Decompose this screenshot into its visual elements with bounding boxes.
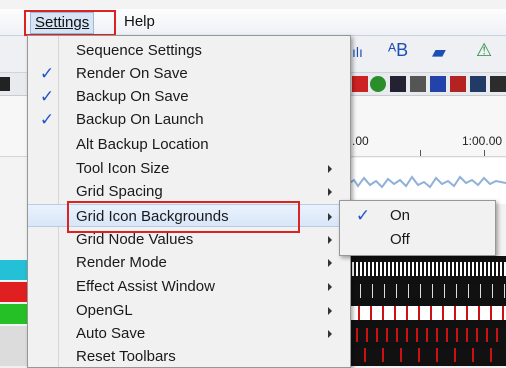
- toolbar-text-icon[interactable]: ᴬB: [388, 40, 408, 61]
- menu-item-tool-icon-size[interactable]: Tool Icon Size: [28, 157, 350, 180]
- checkmark-icon: ✓: [39, 64, 55, 83]
- menu-item-grid-spacing[interactable]: Grid Spacing: [28, 180, 350, 203]
- submenu-arrow-icon: [328, 259, 332, 267]
- grid-row[interactable]: [348, 348, 506, 362]
- effect-icon-6[interactable]: [450, 76, 466, 92]
- settings-highlight-box: [24, 10, 116, 36]
- menu-item-backup-on-launch[interactable]: ✓ Backup On Launch: [28, 108, 350, 131]
- effect-icon-4[interactable]: [410, 76, 426, 92]
- submenu-arrow-icon: [328, 236, 332, 244]
- submenu-item-off[interactable]: Off: [340, 228, 495, 251]
- menu-item-opengl[interactable]: OpenGL: [28, 299, 350, 322]
- submenu-arrow-icon: [328, 213, 332, 221]
- channel-color-green: [0, 304, 30, 324]
- grid-row[interactable]: [348, 262, 506, 276]
- submenu-arrow-icon: [328, 330, 332, 338]
- channel-color-red: [0, 282, 30, 302]
- grid-row[interactable]: [348, 328, 506, 342]
- toolbar-marker: [0, 77, 10, 91]
- effect-icon-2[interactable]: [370, 76, 386, 92]
- menu-item-alt-backup-location[interactable]: Alt Backup Location: [28, 133, 350, 156]
- channel-color-grey: [0, 326, 30, 366]
- effect-icon-1[interactable]: [352, 76, 368, 92]
- toolbar-shape-icon[interactable]: ⚠: [476, 40, 492, 61]
- menu-item-effect-assist-window[interactable]: Effect Assist Window: [28, 275, 350, 298]
- effect-icon-5[interactable]: [430, 76, 446, 92]
- submenu-arrow-icon: [328, 188, 332, 196]
- menu-item-render-mode[interactable]: Render Mode: [28, 251, 350, 274]
- grid-icon-backgrounds-submenu: ✓ On Off: [339, 200, 496, 256]
- checkmark-icon: ✓: [39, 87, 55, 106]
- checkmark-icon: ✓: [355, 206, 371, 225]
- timeline-tick-label: 1:00.00: [462, 134, 503, 148]
- menu-item-backup-on-save[interactable]: ✓ Backup On Save: [28, 85, 350, 108]
- submenu-arrow-icon: [328, 165, 332, 173]
- menu-help[interactable]: Help: [120, 12, 159, 32]
- submenu-arrow-icon: [328, 283, 332, 291]
- grid-row[interactable]: [348, 306, 506, 320]
- waveform-graphic: [347, 175, 506, 189]
- effect-icon-3[interactable]: [390, 76, 406, 92]
- grid-row[interactable]: [348, 284, 506, 298]
- grid-icon-backgrounds-highlight-box: [67, 201, 300, 233]
- checkmark-icon: ✓: [39, 110, 55, 129]
- timeline-tick: [484, 150, 485, 156]
- menu-item-render-on-save[interactable]: ✓ Render On Save: [28, 62, 350, 85]
- timeline-tick-label: .00: [352, 134, 369, 148]
- effect-icon-8[interactable]: [490, 76, 506, 92]
- menu-item-sequence-settings[interactable]: Sequence Settings: [28, 39, 350, 62]
- menu-item-reset-toolbars[interactable]: Reset Toolbars: [28, 345, 350, 368]
- channel-color-cyan: [0, 260, 30, 280]
- toolbar-bars-icon[interactable]: ılı: [352, 44, 363, 60]
- sequence-grid[interactable]: [348, 256, 506, 366]
- submenu-arrow-icon: [328, 307, 332, 315]
- effect-icon-7[interactable]: [470, 76, 486, 92]
- submenu-item-on[interactable]: ✓ On: [340, 204, 495, 227]
- toolbar-brush-icon[interactable]: ▰: [432, 42, 446, 63]
- menu-item-auto-save[interactable]: Auto Save: [28, 322, 350, 345]
- timeline-tick: [420, 150, 421, 156]
- audio-waveform: [347, 158, 506, 204]
